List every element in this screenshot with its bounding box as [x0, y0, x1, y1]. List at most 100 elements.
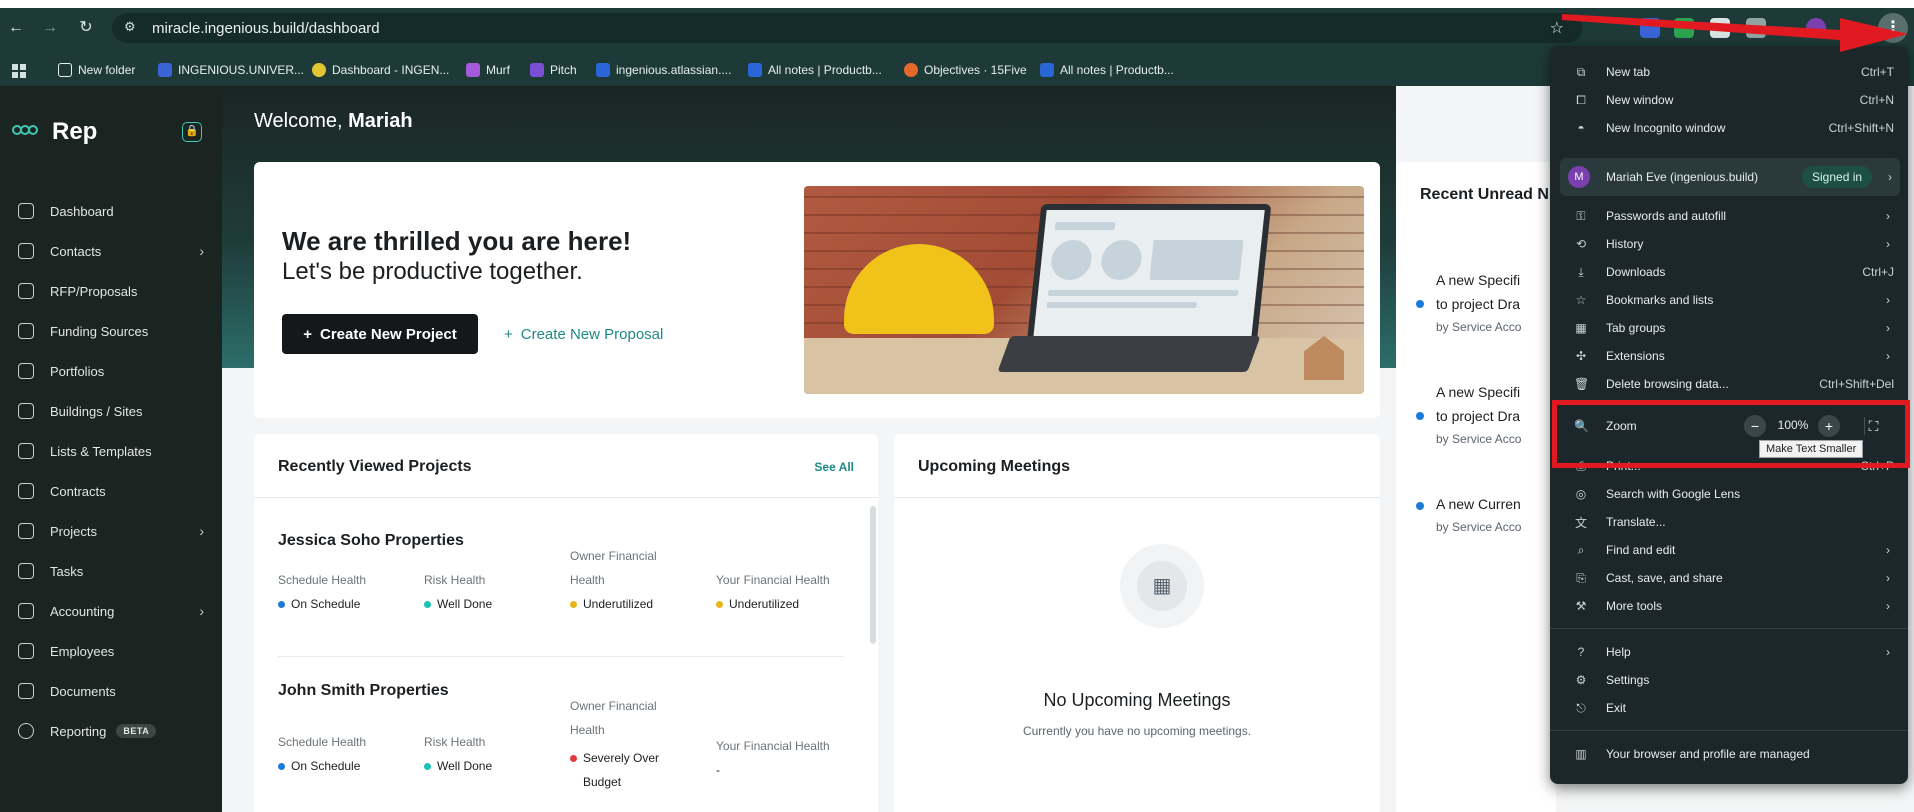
- sidebar-item-accounting[interactable]: Accounting ›: [0, 594, 222, 628]
- apps-grid-icon[interactable]: [12, 64, 26, 78]
- reload-icon[interactable]: ↻: [76, 18, 96, 38]
- menu-item-settings[interactable]: ⚙ Settings: [1550, 666, 1908, 694]
- menu-item-passwords-autofill[interactable]: ⚿ Passwords and autofill ›: [1550, 202, 1908, 230]
- menu-label: New window: [1606, 93, 1674, 107]
- sidebar-item-reporting[interactable]: Reporting BETA: [0, 714, 222, 748]
- extension-icon[interactable]: [1746, 18, 1766, 38]
- bookmark-item[interactable]: INGENIOUS.UNIVER...: [158, 63, 304, 77]
- menu-label: Cast, save, and share: [1606, 571, 1723, 585]
- menu-item-downloads[interactable]: ⤓ Downloads Ctrl+J: [1550, 258, 1908, 286]
- profile-name: Mariah Eve (ingenious.build): [1606, 170, 1759, 184]
- menu-item-history[interactable]: ⟲ History ›: [1550, 230, 1908, 258]
- card-header: Upcoming Meetings: [894, 434, 1380, 498]
- funding-icon: [18, 323, 34, 339]
- notification-item[interactable]: A new Curren by Service Acco: [1416, 492, 1556, 538]
- sidebar-item-contracts[interactable]: Contracts: [0, 474, 222, 508]
- see-all-link[interactable]: See All: [814, 460, 854, 474]
- unread-dot: [1416, 412, 1424, 420]
- extension-icon[interactable]: [1640, 18, 1660, 38]
- sidebar-item-lists-templates[interactable]: Lists & Templates: [0, 434, 222, 468]
- history-icon: ⟲: [1575, 237, 1587, 251]
- menu-label: New tab: [1606, 65, 1651, 79]
- address-bar[interactable]: ⚙ miracle.ingenious.build/dashboard ☆: [112, 13, 1582, 43]
- projects-scrollbar[interactable]: [870, 506, 876, 644]
- notification-item[interactable]: A new Specifi to project Dra by Service …: [1416, 380, 1556, 450]
- extension-icon[interactable]: [1710, 18, 1730, 38]
- risk-health: Risk Health Well Done: [424, 568, 564, 616]
- menu-item-new-window[interactable]: ⧠ New window Ctrl+N: [1550, 86, 1908, 114]
- back-arrow-icon[interactable]: ←: [6, 18, 26, 38]
- menu-item-translate[interactable]: 文 Translate...: [1550, 508, 1908, 536]
- menu-item-bookmarks-lists[interactable]: ☆ Bookmarks and lists ›: [1550, 286, 1908, 314]
- menu-item-new-tab[interactable]: ⧉ New tab Ctrl+T: [1550, 58, 1908, 86]
- shortcut: Ctrl+J: [1862, 265, 1894, 279]
- bookmark-item[interactable]: All notes | Productb...: [748, 63, 882, 77]
- sidebar-item-tasks[interactable]: Tasks: [0, 554, 222, 588]
- menu-item-google-lens[interactable]: ◎ Search with Google Lens: [1550, 480, 1908, 508]
- bookmark-label: INGENIOUS.UNIVER...: [178, 63, 305, 77]
- tasks-icon: [18, 563, 34, 579]
- brand[interactable]: Rep: [12, 118, 97, 146]
- folder-icon: [58, 63, 72, 77]
- sidebar-item-contacts[interactable]: Contacts ›: [0, 234, 222, 268]
- sidebar-item-portfolios[interactable]: Portfolios: [0, 354, 222, 388]
- menu-item-find-edit[interactable]: ⌕ Find and edit ›: [1550, 536, 1908, 564]
- bookmark-item[interactable]: Objectives · 15Five: [904, 63, 1027, 77]
- document-icon: [18, 683, 34, 699]
- sidebar-item-label: Funding Sources: [50, 323, 149, 339]
- menu-item-profile[interactable]: M Mariah Eve (ingenious.build) Signed in…: [1560, 158, 1900, 196]
- bookmark-item[interactable]: ingenious.atlassian....: [596, 63, 731, 77]
- sidebar-item-documents[interactable]: Documents: [0, 674, 222, 708]
- menu-item-help[interactable]: ? Help ›: [1550, 638, 1908, 666]
- key-icon: ⚿: [1576, 208, 1586, 223]
- empty-state-subtitle: Currently you have no upcoming meetings.: [1022, 724, 1252, 738]
- notification-item[interactable]: A new Specifi to project Dra by Service …: [1416, 268, 1556, 338]
- menu-item-extensions[interactable]: ✣ Extensions ›: [1550, 342, 1908, 370]
- forward-arrow-icon[interactable]: →: [40, 18, 60, 38]
- sidebar-item-dashboard[interactable]: Dashboard: [0, 194, 222, 228]
- bookmark-item[interactable]: New folder: [58, 63, 135, 77]
- menu-item-tab-groups[interactable]: ▦ Tab groups ›: [1550, 314, 1908, 342]
- bookmark-item[interactable]: Pitch: [530, 63, 577, 77]
- window-top-strip: [0, 0, 1914, 8]
- exit-icon: ⎋: [1576, 700, 1586, 715]
- sidebar-item-employees[interactable]: Employees: [0, 634, 222, 668]
- find-icon: ⌕: [1577, 542, 1585, 557]
- menu-item-more-tools[interactable]: ⚒ More tools ›: [1550, 592, 1908, 620]
- menu-item-delete-browsing-data[interactable]: 🗑 Delete browsing data... Ctrl+Shift+Del: [1550, 370, 1908, 398]
- bookmark-item[interactable]: All notes | Productb...: [1040, 63, 1174, 77]
- menu-item-cast-save-share[interactable]: ⎘ Cast, save, and share ›: [1550, 564, 1908, 592]
- menu-label: New Incognito window: [1606, 121, 1726, 135]
- sidebar-item-label: Documents: [50, 683, 116, 699]
- menu-label: History: [1606, 237, 1644, 251]
- extension-icon[interactable]: [1674, 18, 1694, 38]
- bookmark-item[interactable]: Dashboard - INGEN...: [312, 63, 449, 77]
- sidebar-item-funding-sources[interactable]: Funding Sources: [0, 314, 222, 348]
- chrome-menu-kebab-icon[interactable]: ⋮: [1878, 13, 1908, 43]
- create-new-proposal-button[interactable]: + Create New Proposal: [504, 314, 663, 354]
- recently-viewed-projects-card: Recently Viewed Projects See All Jessica…: [254, 434, 878, 812]
- recent-unread-notifications-card: Recent Unread N A new Specifi to project…: [1396, 162, 1556, 812]
- lock-icon[interactable]: 🔒: [182, 122, 202, 142]
- create-new-project-button[interactable]: + Create New Project: [282, 314, 478, 354]
- chevron-right-icon: ›: [1886, 543, 1890, 557]
- sidebar-item-rfp-proposals[interactable]: RFP/Proposals: [0, 274, 222, 308]
- status-dot: [570, 755, 577, 762]
- menu-item-managed-notice[interactable]: ▥ Your browser and profile are managed: [1550, 740, 1908, 768]
- menu-item-new-incognito-window[interactable]: ◓ New Incognito window Ctrl+Shift+N: [1550, 114, 1908, 142]
- bookmark-star-icon[interactable]: ☆: [1550, 18, 1564, 38]
- 15five-icon: [904, 63, 918, 77]
- menu-item-exit[interactable]: ⎋ Exit: [1550, 694, 1908, 722]
- sidebar-item-buildings-sites[interactable]: Buildings / Sites: [0, 394, 222, 428]
- site-info-icon[interactable]: ⚙: [124, 19, 136, 35]
- gear-icon: ⚙: [1575, 673, 1587, 687]
- project-name[interactable]: John Smith Properties: [278, 682, 449, 700]
- project-name[interactable]: Jessica Soho Properties: [278, 532, 464, 550]
- status-dot: [278, 763, 285, 770]
- bookmark-item[interactable]: Murf: [466, 63, 510, 77]
- profile-avatar-icon[interactable]: [1806, 18, 1826, 38]
- menu-label: Translate...: [1606, 515, 1666, 529]
- status-dot: [424, 763, 431, 770]
- sidebar-item-projects[interactable]: Projects ›: [0, 514, 222, 548]
- building-icon: ▥: [1575, 747, 1587, 761]
